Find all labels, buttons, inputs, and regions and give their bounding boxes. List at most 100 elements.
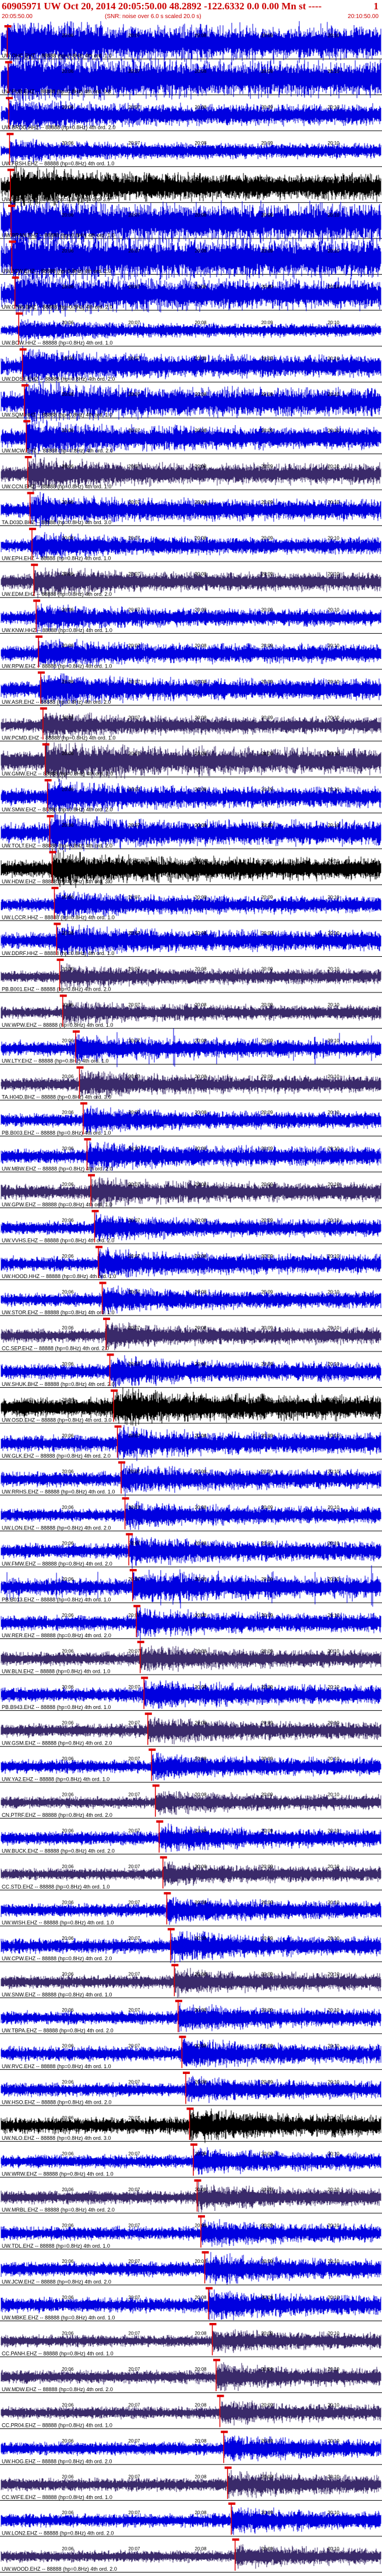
station-label: UW.SNW.EHZ -- 88888 (hp=0.8Hz) 4th ord. … [2,1992,112,1998]
time-tick-label: 20:10 [328,859,340,864]
phase-pick-marker [156,1820,164,1823]
phase-pick-marker [213,2359,221,2361]
time-tick-label: 20:08 [195,284,207,289]
time-tick-label: 20:08 [195,1577,207,1582]
time-tick-label: 20:09 [261,1936,274,1941]
time-tick-label: 20:08 [195,823,207,828]
time-tick-label: 20:07 [128,2438,140,2444]
time-tick-label: 20:09 [261,1110,274,1115]
trace-row: 20:06 20:07 20:08 20:09 20:10 UW.GPW.EHZ -- 8… [0,1174,382,1209]
time-tick-label: 20:08 [195,2115,207,2121]
time-tick-label: 20:09 [261,1721,274,1726]
time-tick-label: 20:06 [62,859,74,864]
time-tick-label: 20:07 [128,141,140,146]
station-label: UW.HOOD.HHZ -- 88888 (hp=0.8Hz) 4th ord.… [2,1273,116,1279]
trace-row: 20:06 20:07 20:08 20:09 20:10 UW.CPW.EHZ -- 8… [0,1928,382,1963]
end-time: 20:10:50.00 [348,13,379,20]
time-tick-label: 20:09 [261,2115,274,2121]
time-tick-label: 20:07 [128,356,140,362]
time-tick-label: 20:09 [261,2546,274,2552]
phase-pick-marker [221,2430,228,2433]
trace-row: 20:06 20:07 20:08 20:09 20:10UW.JCW.EHZ -- 8… [0,236,382,281]
time-tick-label: 20:06 [62,2510,74,2515]
trace-row: 20:06 20:07 20:08 20:09 20:10 UW.SQM.HHZ -- 8… [0,380,382,424]
time-tick-label: 20:09 [261,2152,274,2157]
time-tick-label: 20:09 [261,1361,274,1367]
time-tick-label: 20:09 [261,2295,274,2300]
time-tick-label: 20:06 [62,248,74,254]
time-tick-label: 20:08 [195,2367,207,2372]
phase-pick-marker [27,492,34,494]
time-tick-label: 20:10 [328,1254,340,1259]
time-tick-label: 20:07 [128,1182,140,1187]
time-tick-label: 20:09 [261,2510,274,2515]
snr-subtitle: (SNR: noise over 6.0 s scaled 20.0 s) [105,13,201,20]
station-label: UW.OHC.EHZ -- 88888 (hp=0.8Hz) 4th ord. … [2,53,112,59]
time-tick-label: 20:07 [128,2079,140,2084]
time-tick-label: 20:07 [128,859,140,864]
time-tick-label: 20:06 [62,1254,74,1259]
time-tick-label: 20:10 [328,2044,340,2049]
time-tick-label: 20:06 [62,356,74,362]
time-tick-label: 20:10 [328,2475,340,2480]
time-tick-label: 20:09 [261,608,274,613]
time-tick-label: 20:10 [328,500,340,505]
phase-pick-marker [24,456,32,458]
time-tick-label: 20:09 [261,751,274,756]
time-tick-label: 20:08 [195,1792,207,1798]
time-tick-label: 20:08 [195,177,207,182]
time-tick-label: 20:07 [128,1433,140,1438]
time-tick-label: 20:08 [195,141,207,146]
time-tick-label: 20:10 [328,356,340,362]
phase-pick-marker [56,959,64,961]
time-tick-label: 20:07 [128,536,140,541]
time-tick-label: 20:06 [62,1900,74,1905]
time-tick-label: 20:07 [128,464,140,469]
time-tick-label: 20:10 [328,536,340,541]
time-tick-label: 20:09 [261,787,274,792]
time-tick-label: 20:09 [261,1541,274,1546]
time-tick-label: 20:08 [195,1325,207,1331]
time-tick-label: 20:10 [328,787,340,792]
phase-pick-marker [144,1712,152,1715]
phase-pick-marker [88,1174,95,1177]
phase-pick-marker [122,1497,129,1500]
time-tick-label: 20:09 [261,284,274,289]
time-tick-label: 20:06 [62,2295,74,2300]
phase-pick-marker [228,2502,236,2505]
time-tick-label: 20:09 [261,1182,274,1187]
phase-pick-marker [141,1676,148,1679]
time-tick-label: 20:07 [128,320,140,325]
time-tick-label: 20:08 [195,1290,207,1295]
phase-pick-marker [21,384,29,387]
time-tick-label: 20:10 [328,1361,340,1367]
station-label: UW.STOR.EHZ -- 88888 (hp=0.8Hz) 4th ord.… [2,1310,115,1315]
time-tick-label: 20:09 [261,2259,274,2264]
time-tick-label: 20:08 [195,1972,207,1977]
time-tick-label: 20:09 [261,1146,274,1151]
time-tick-label: 20:06 [62,2044,74,2049]
time-tick-label: 20:07 [128,823,140,828]
trace-row: 20:06 20:07 20:08 20:09 20:10 UW.SPA.EHZ -- 8… [0,164,382,207]
time-tick-label: 20:09 [261,1756,274,1761]
time-tick-label: 20:09 [261,33,274,38]
time-tick-label: 20:08 [195,69,207,74]
station-label: UW.PUB.EHZ -- 88888 (hp=0.8Hz) 4th ord. … [2,89,111,94]
trace-row: 20:06 20:07 20:08 20:09 20:10 UW.RVC.EHZ -- 8… [0,2035,382,2070]
trace-row: 20:06 20:07 20:08 20:09 20:10UW.JCW.EHZ -- 8… [0,2251,382,2286]
trace-row: 20:06 20:07 20:08 20:09 20:10 UW.WRW.EHZ -- 8… [0,2143,382,2178]
time-tick-label: 20:08 [195,1002,207,1008]
station-label: UW.SMW.EHZ -- 88888 (hp=0.8Hz) 4th ord. … [2,807,112,813]
station-label: CC.SEP.EHZ -- 88888 (hp=0.8Hz) 4th ord. … [2,1345,109,1351]
phase-pick-marker [167,1928,175,1931]
station-label: UW.BRDG.HHZ -- 88888 (hp=0.8Hz) 4th ord.… [2,125,115,131]
phase-pick-marker [7,169,15,171]
trace-row: 20:06 20:07 20:08 20:09 20:10 UW.RER.EHZ -- 8… [0,1605,382,1641]
time-tick-label: 20:07 [128,1972,140,1977]
trace-row: 20:06 20:07 20:08 20:09 20:10 UW.VVHS.EHZ -- … [0,1210,382,1244]
time-tick-label: 20:10 [328,1828,340,1833]
time-tick-label: 20:07 [128,2295,140,2300]
time-tick-label: 20:08 [195,2152,207,2157]
time-tick-label: 20:09 [261,643,274,648]
time-tick-label: 20:06 [62,1577,74,1582]
